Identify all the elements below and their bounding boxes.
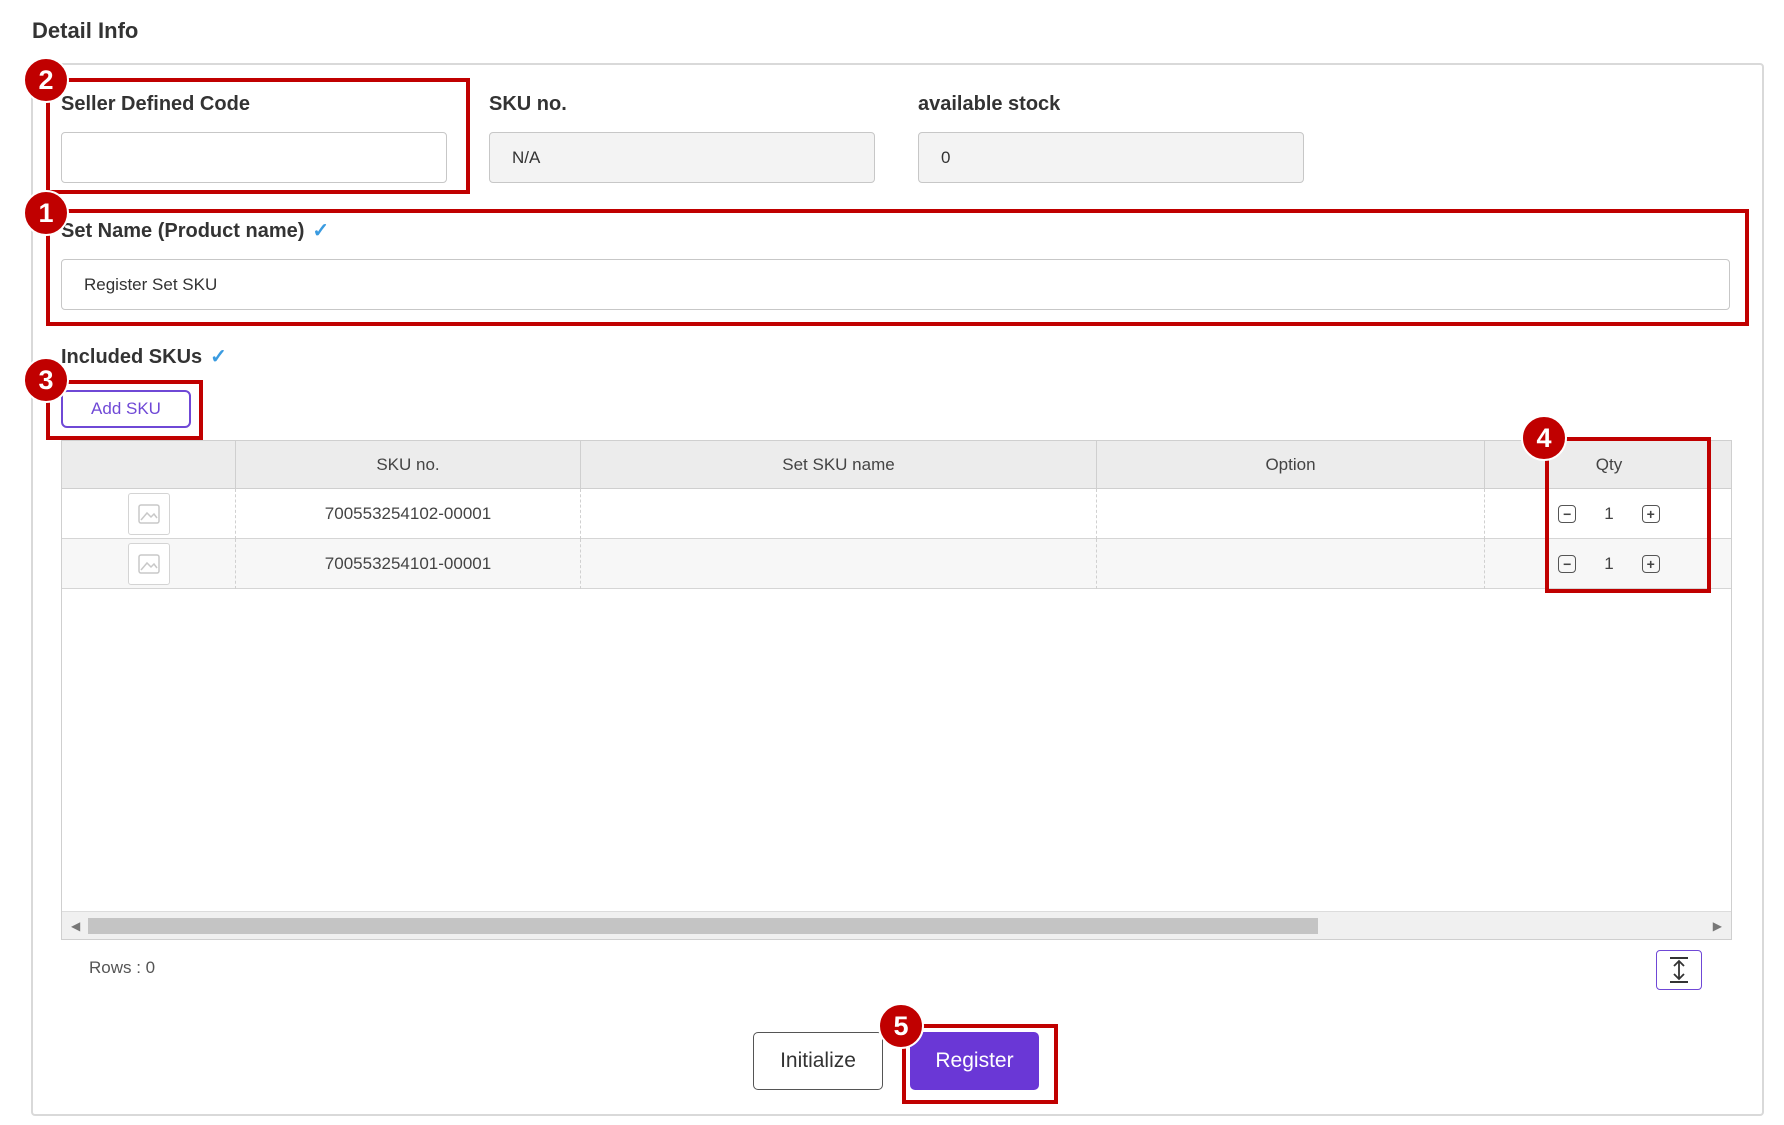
expand-vertical-icon: [1670, 957, 1688, 983]
included-skus-label: Included SKUs ✓: [61, 344, 227, 369]
annotation-badge-3: 3: [23, 357, 69, 403]
annotation-badge-4: 4: [1521, 415, 1567, 461]
included-skus-label-text: Included SKUs: [61, 346, 203, 368]
set-sku-name-cell: [581, 489, 1097, 539]
available-stock-label: available stock: [918, 93, 1061, 115]
sku-no-cell: 700553254102-00001: [236, 489, 581, 539]
sku-no-field: N/A: [489, 132, 875, 183]
grid-header: SKU no. Set SKU name Option Qty: [62, 441, 1731, 489]
sku-no-label: SKU no.: [489, 93, 567, 115]
highlight-box-4: [1545, 437, 1711, 593]
header-thumb: [62, 441, 236, 489]
annotation-badge-2: 2: [23, 57, 69, 103]
initialize-button[interactable]: Initialize: [753, 1032, 883, 1090]
highlight-box-3: [46, 380, 203, 440]
option-cell: [1097, 489, 1485, 539]
sku-grid: SKU no. Set SKU name Option Qty 70055325…: [61, 440, 1732, 940]
table-row[interactable]: 700553254102-00001 − 1 +: [62, 489, 1731, 539]
scroll-right-icon[interactable]: ▶: [1713, 919, 1722, 933]
table-row[interactable]: 700553254101-00001 − 1 +: [62, 539, 1731, 589]
section-title: Detail Info: [32, 18, 139, 43]
required-check-icon: ✓: [210, 346, 227, 368]
highlight-box-2: [46, 78, 470, 194]
annotation-badge-5: 5: [878, 1003, 924, 1049]
thumb-cell: [62, 539, 236, 589]
annotation-badge-1: 1: [23, 190, 69, 236]
scroll-left-icon[interactable]: ◀: [71, 919, 80, 933]
header-option[interactable]: Option: [1097, 441, 1485, 489]
highlight-box-5: [902, 1024, 1058, 1104]
highlight-box-1: [46, 209, 1749, 326]
option-cell: [1097, 539, 1485, 589]
resize-grid-button[interactable]: [1656, 950, 1702, 990]
thumb-cell: [62, 489, 236, 539]
set-sku-name-cell: [581, 539, 1097, 589]
header-set-sku-name[interactable]: Set SKU name: [581, 441, 1097, 489]
rows-count: Rows : 0: [89, 958, 156, 977]
sku-no-cell: 700553254101-00001: [236, 539, 581, 589]
scrollbar-thumb[interactable]: [88, 918, 1318, 934]
image-placeholder-icon: [127, 493, 170, 535]
header-sku-no[interactable]: SKU no.: [236, 441, 581, 489]
image-placeholder-icon: [127, 543, 170, 585]
horizontal-scrollbar[interactable]: ◀ ▶: [62, 911, 1731, 939]
available-stock-field: 0: [918, 132, 1304, 183]
